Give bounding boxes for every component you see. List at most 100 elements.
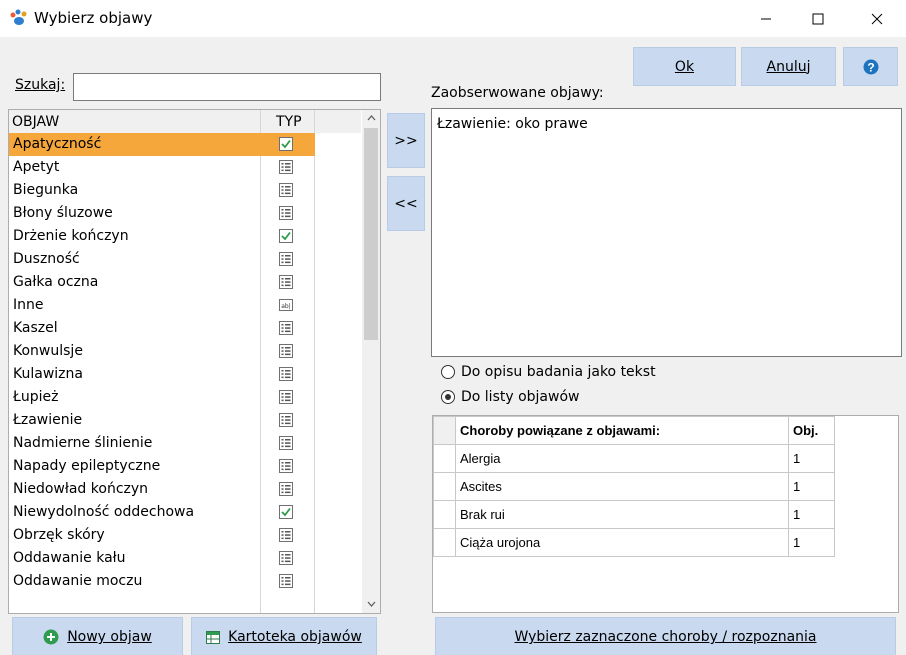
search-label: Szukaj: — [15, 77, 66, 93]
search-input[interactable] — [73, 73, 381, 101]
symptom-name: Gałka oczna — [13, 274, 99, 290]
scroll-down-arrow[interactable] — [362, 596, 380, 612]
symptom-type — [279, 390, 293, 404]
symptom-type — [279, 321, 293, 335]
symptom-name: Biegunka — [13, 182, 79, 198]
radio-list-mode[interactable]: Do listy objawów — [441, 389, 579, 405]
column-header-objaw[interactable]: OBJAW — [12, 114, 59, 130]
symptom-type — [279, 183, 293, 197]
list-field-icon — [279, 367, 293, 381]
scroll-up-arrow[interactable] — [362, 110, 380, 126]
help-button[interactable]: ? — [843, 47, 898, 86]
disease-row[interactable]: Brak rui 1 — [433, 500, 835, 529]
add-symptom-label: >> — [394, 132, 418, 149]
row-header[interactable] — [433, 528, 456, 557]
cancel-button[interactable]: Anuluj — [741, 47, 836, 86]
symptom-row[interactable]: Błony śluzowe — [9, 202, 315, 225]
symptom-row[interactable]: Niewydolność oddechowa — [9, 501, 315, 524]
disease-row[interactable]: Ascites 1 — [433, 472, 835, 501]
symptom-name: Kulawizna — [13, 366, 83, 382]
symptom-row[interactable]: Łzawienie — [9, 409, 315, 432]
symptom-name: Drżenie kończyn — [13, 228, 129, 244]
select-diseases-button[interactable]: Wybierz zaznaczone choroby / rozpoznania — [435, 617, 896, 655]
symptom-row[interactable]: Oddawanie kału — [9, 547, 315, 570]
symptom-row[interactable]: Niedowład kończyn — [9, 478, 315, 501]
row-header[interactable] — [433, 444, 456, 473]
symptom-row[interactable]: Biegunka — [9, 179, 315, 202]
row-header[interactable] — [433, 472, 456, 501]
minimize-icon — [761, 18, 771, 19]
add-symptom-button[interactable]: >> — [387, 113, 425, 168]
row-header[interactable] — [433, 500, 456, 529]
disease-obj-count: 1 — [788, 472, 835, 501]
radio-button[interactable] — [441, 365, 455, 379]
symptom-list-header: OBJAW TYP — [9, 110, 361, 133]
maximize-button[interactable] — [792, 0, 844, 37]
symptom-type — [279, 229, 293, 243]
diseases-grid[interactable]: Choroby powiązane z objawami: Obj. Alerg… — [432, 415, 899, 613]
list-field-icon — [279, 183, 293, 197]
column-header-typ[interactable]: TYP — [276, 114, 302, 130]
symptom-row[interactable]: Duszność — [9, 248, 315, 271]
list-field-icon — [279, 160, 293, 174]
symptom-list[interactable]: OBJAW TYP Apatyczność Apetyt Biegunka Błony… — [8, 109, 381, 614]
list-field-icon — [279, 275, 293, 289]
symptom-row[interactable]: Łupież — [9, 386, 315, 409]
list-field-icon — [279, 344, 293, 358]
symptom-row[interactable]: Napady epileptyczne — [9, 455, 315, 478]
symptom-row[interactable]: Drżenie kończyn — [9, 225, 315, 248]
radio-list-mode-label: Do listy objawów — [461, 389, 580, 405]
symptom-type — [279, 574, 293, 588]
symptom-catalog-label: Kartoteka objawów — [228, 629, 362, 645]
symptom-type — [279, 137, 293, 151]
cancel-label: Anuluj — [766, 58, 811, 75]
new-symptom-button[interactable]: Nowy objaw — [12, 617, 183, 655]
symptom-name: Łupież — [13, 389, 59, 405]
list-scrollbar[interactable] — [362, 110, 380, 613]
symptom-row[interactable]: Apetyt — [9, 156, 315, 179]
disease-row[interactable]: Alergia 1 — [433, 444, 835, 473]
symptom-name: Kaszel — [13, 320, 58, 336]
symptom-type — [279, 413, 293, 427]
symptom-name: Oddawanie moczu — [13, 573, 143, 589]
disease-name: Brak rui — [455, 500, 789, 529]
symptom-row[interactable]: Gałka oczna — [9, 271, 315, 294]
disease-row[interactable]: Ciąża urojona 1 — [433, 528, 835, 557]
scroll-thumb[interactable] — [364, 128, 378, 340]
title-bar: Wybierz objawy — [0, 0, 906, 37]
app-paw-icon — [10, 9, 27, 25]
symptom-type — [279, 505, 293, 519]
symptom-row[interactable]: Kaszel — [9, 317, 315, 340]
remove-symptom-button[interactable]: << — [387, 176, 425, 231]
radio-text-mode[interactable]: Do opisu badania jako tekst — [441, 364, 656, 380]
symptom-type — [279, 367, 293, 381]
radio-button[interactable] — [441, 390, 455, 404]
list-field-icon — [279, 390, 293, 404]
list-field-icon — [279, 528, 293, 542]
symptom-type — [279, 206, 293, 220]
close-icon — [871, 13, 883, 24]
close-button[interactable] — [851, 0, 903, 37]
symptom-type — [279, 275, 293, 289]
minimize-button[interactable] — [740, 0, 792, 37]
symptom-row[interactable]: Oddawanie moczu — [9, 570, 315, 593]
help-icon: ? — [863, 59, 878, 74]
symptom-row[interactable]: Apatyczność — [9, 133, 315, 156]
list-field-icon — [279, 321, 293, 335]
symptom-row[interactable]: Nadmierne ślinienie — [9, 432, 315, 455]
symptom-name: Obrzęk skóry — [13, 527, 105, 543]
observed-textarea[interactable]: Łzawienie: oko prawe — [431, 108, 902, 357]
symptom-row[interactable]: Konwulsje — [9, 340, 315, 363]
symptom-catalog-button[interactable]: Kartoteka objawów — [191, 617, 377, 655]
ok-button[interactable]: Ok — [633, 47, 736, 86]
symptom-row[interactable]: Obrzęk skóry — [9, 524, 315, 547]
symptom-type — [279, 459, 293, 473]
column-header-disease[interactable]: Choroby powiązane z objawami: — [455, 416, 789, 445]
symptom-row[interactable]: Kulawizna — [9, 363, 315, 386]
row-header-corner — [433, 416, 456, 445]
column-header-obj[interactable]: Obj. — [788, 416, 835, 445]
symptom-row[interactable]: Inne ab| — [9, 294, 315, 317]
radio-text-mode-label: Do opisu badania jako tekst — [461, 364, 656, 380]
symptom-type — [279, 160, 293, 174]
symptom-name: Niewydolność oddechowa — [13, 504, 195, 520]
